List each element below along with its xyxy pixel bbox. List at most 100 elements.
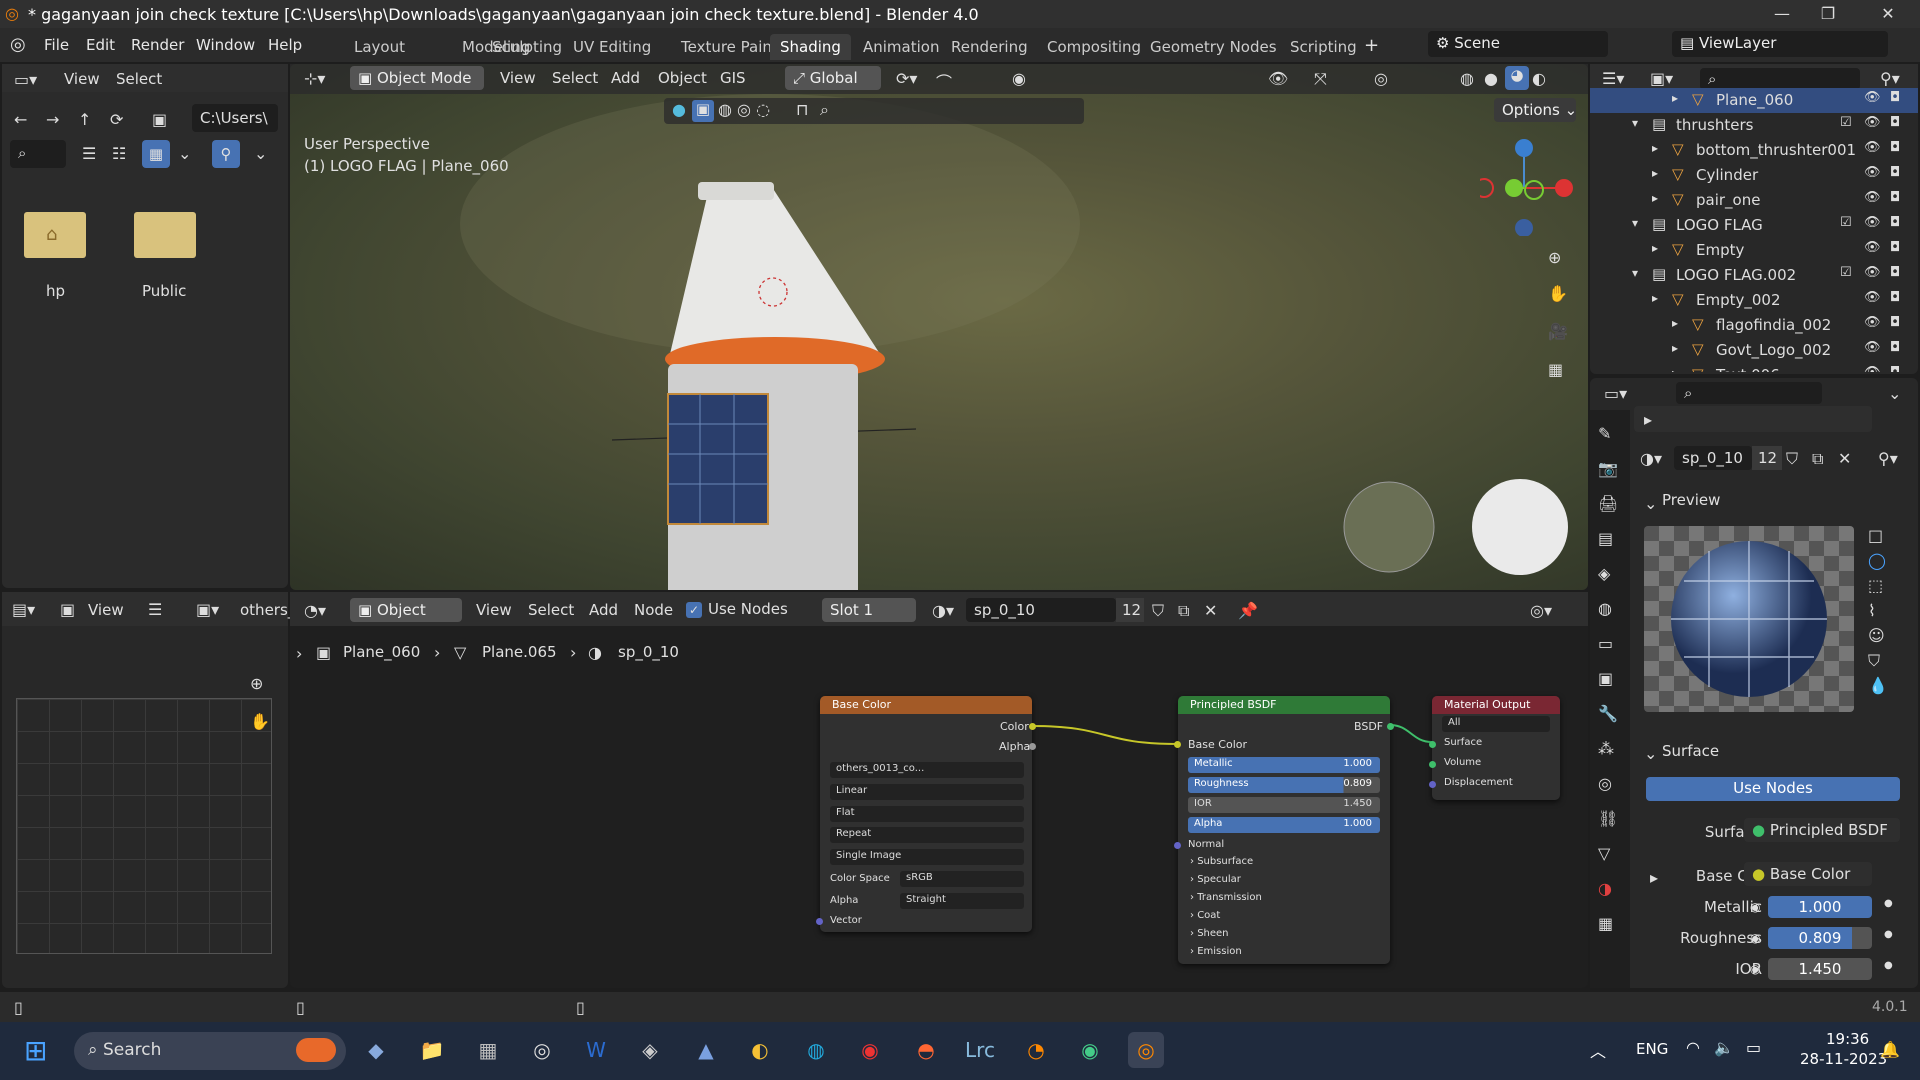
windows-start-icon[interactable]: ⊞: [24, 1034, 47, 1067]
outliner-item-label[interactable]: LOGO FLAG.002: [1676, 266, 1796, 284]
render-camera-icon[interactable]: ◘: [1890, 165, 1900, 180]
props-options-icon[interactable]: ⌄: [1888, 384, 1901, 403]
visibility-eye-icon[interactable]: 👁: [1864, 315, 1881, 330]
render-camera-icon[interactable]: ◘: [1890, 215, 1900, 230]
volume-icon[interactable]: 🔈: [1714, 1038, 1734, 1057]
outliner-row[interactable]: ▸ ▽ Plane_060 👁 ◘: [1590, 88, 1918, 113]
outliner-item-label[interactable]: Empty_002: [1696, 291, 1781, 309]
outliner-row[interactable]: ▸ ▽ flagofindia_002 👁 ◘: [1590, 313, 1918, 338]
render-camera-icon[interactable]: ◘: [1890, 90, 1900, 105]
props-material-name[interactable]: sp_0_10: [1674, 446, 1752, 470]
clock-date[interactable]: 28-11-2023: [1800, 1050, 1887, 1068]
tab-data-icon[interactable]: ▽: [1598, 844, 1610, 863]
props-users-count[interactable]: 12: [1752, 446, 1782, 470]
displacement-socket[interactable]: [1429, 781, 1436, 788]
surface-section-title[interactable]: Surface: [1662, 742, 1719, 760]
surface-socket[interactable]: [1429, 741, 1436, 748]
props-unlink-icon[interactable]: ✕: [1838, 449, 1851, 468]
copilot-icon[interactable]: ◆: [358, 1032, 394, 1068]
blender-alt-icon[interactable]: ◔: [1018, 1032, 1054, 1068]
battery-icon[interactable]: ▭: [1746, 1038, 1761, 1057]
expand-arrow-icon[interactable]: ▸: [1652, 191, 1658, 205]
source-dropdown[interactable]: Single Image: [830, 849, 1024, 865]
preview-sphere-icon[interactable]: ◯: [1868, 551, 1886, 570]
render-camera-icon[interactable]: ◘: [1890, 340, 1900, 355]
preview-section-title[interactable]: Preview: [1662, 491, 1720, 509]
tab-collection-icon[interactable]: ▭: [1598, 634, 1613, 653]
calculator-icon[interactable]: ▦: [470, 1032, 506, 1068]
material-slot-list[interactable]: [1634, 406, 1872, 432]
color-socket[interactable]: [1029, 723, 1036, 730]
preview-cube-icon[interactable]: ⬚: [1868, 576, 1883, 595]
tab-render-icon[interactable]: 📷: [1598, 459, 1618, 478]
expand-arrow-icon[interactable]: ▾: [1632, 216, 1638, 230]
render-camera-icon[interactable]: ◘: [1890, 365, 1900, 372]
tab-constraints-icon[interactable]: ⛓: [1598, 809, 1618, 828]
notification-bell-icon[interactable]: 🔔: [1880, 1040, 1900, 1059]
media-icon[interactable]: ◈: [632, 1032, 668, 1068]
tab-physics-icon[interactable]: ◎: [1598, 774, 1612, 793]
taskbar-search[interactable]: ⌕ Search: [74, 1032, 346, 1070]
outliner-item-label[interactable]: LOGO FLAG: [1676, 216, 1763, 234]
outliner-item-label[interactable]: flagofindia_002: [1716, 316, 1831, 334]
render-camera-icon[interactable]: ◘: [1890, 115, 1900, 130]
tab-object-icon[interactable]: ▣: [1598, 669, 1613, 688]
outliner-item-label[interactable]: Text.006: [1716, 366, 1780, 372]
outliner-item-label[interactable]: Cylinder: [1696, 166, 1758, 184]
color-space-dropdown[interactable]: sRGB: [900, 871, 1024, 887]
outliner-row[interactable]: ▸ ▽ bottom_thrushter001 👁 ◘: [1590, 138, 1918, 163]
surface-shader-field[interactable]: ● Principled BSDF: [1744, 818, 1900, 842]
expand-arrow-icon[interactable]: ▸: [1652, 241, 1658, 255]
outliner-row[interactable]: ▸ ▽ pair_one 👁 ◘: [1590, 188, 1918, 213]
expand-arrow-icon[interactable]: ▾: [1632, 116, 1638, 130]
preview-chevron-icon[interactable]: ⌄: [1644, 494, 1657, 513]
clock-time[interactable]: 19:36: [1826, 1030, 1869, 1048]
expand-arrow-icon[interactable]: ▸: [1672, 91, 1678, 105]
tab-tool-icon[interactable]: ✎: [1598, 424, 1611, 443]
tab-material-icon[interactable]: ◑: [1598, 879, 1612, 898]
visibility-eye-icon[interactable]: 👁: [1864, 290, 1881, 305]
metallic-slider[interactable]: Metallic 1.000: [1188, 757, 1380, 773]
props-editor-type-icon[interactable]: ▭▾: [1604, 384, 1627, 403]
viewlayer-selector[interactable]: ▤ ViewLayer: [1672, 31, 1888, 57]
metallic-socket-icon[interactable]: ◉: [1750, 900, 1760, 914]
bsdf-section-sheen[interactable]: › Sheen: [1190, 928, 1229, 939]
projection-dropdown[interactable]: Flat: [830, 806, 1024, 822]
lightroom-icon[interactable]: Lrc: [962, 1032, 998, 1068]
props-search-icon[interactable]: ⌕: [1676, 382, 1822, 404]
output-target-dropdown[interactable]: All: [1442, 716, 1550, 732]
ior-field[interactable]: IOR 1.450: [1188, 797, 1380, 813]
visibility-eye-icon[interactable]: 👁: [1864, 115, 1881, 130]
bsdf-section-transmission[interactable]: › Transmission: [1190, 892, 1262, 903]
visibility-eye-icon[interactable]: 👁: [1864, 165, 1881, 180]
sticky-icon[interactable]: ◐: [742, 1032, 778, 1068]
outliner-item-label[interactable]: thrushters: [1676, 116, 1753, 134]
preview-fluid-icon[interactable]: 💧: [1868, 676, 1888, 695]
tab-modifier-icon[interactable]: 🔧: [1598, 704, 1618, 723]
outliner-item-label[interactable]: Empty: [1696, 241, 1744, 259]
expand-arrow-icon[interactable]: ▸: [1652, 291, 1658, 305]
render-camera-icon[interactable]: ◘: [1890, 290, 1900, 305]
preview-cloth-icon[interactable]: ⛉: [1868, 651, 1880, 671]
ior-socket-icon[interactable]: ◉: [1750, 962, 1760, 976]
render-camera-icon[interactable]: ◘: [1890, 140, 1900, 155]
tab-texture-icon[interactable]: ▦: [1598, 914, 1613, 933]
visibility-eye-icon[interactable]: 👁: [1864, 215, 1881, 230]
brave-icon[interactable]: ◓: [908, 1032, 944, 1068]
preview-monkey-icon[interactable]: ☺: [1868, 626, 1885, 645]
outliner-row[interactable]: ▾ ▤ LOGO FLAG.002 👁 ◘ ☑: [1590, 263, 1918, 288]
bsdf-section-coat[interactable]: › Coat: [1190, 910, 1220, 921]
outliner-filter-icon[interactable]: ⚲▾: [1880, 69, 1900, 88]
visibility-eye-icon[interactable]: 👁: [1864, 240, 1881, 255]
wifi-icon[interactable]: ◠: [1686, 1038, 1700, 1057]
roughness-slider[interactable]: Roughness 0.809: [1188, 777, 1380, 793]
alpha-mode-dropdown[interactable]: Straight: [900, 893, 1024, 909]
bsdf-output-socket[interactable]: [1387, 723, 1394, 730]
vector-socket[interactable]: [816, 918, 823, 925]
outliner-row[interactable]: ▾ ▤ LOGO FLAG 👁 ◘ ☑: [1590, 213, 1918, 238]
display-mode-icon[interactable]: ▣▾: [1650, 69, 1673, 88]
expand-arrow-icon[interactable]: ▸: [1672, 341, 1678, 355]
preview-hair-icon[interactable]: ⌇: [1868, 601, 1876, 620]
chrome-icon[interactable]: ◉: [852, 1032, 888, 1068]
roughness-field[interactable]: 0.809: [1768, 927, 1872, 949]
